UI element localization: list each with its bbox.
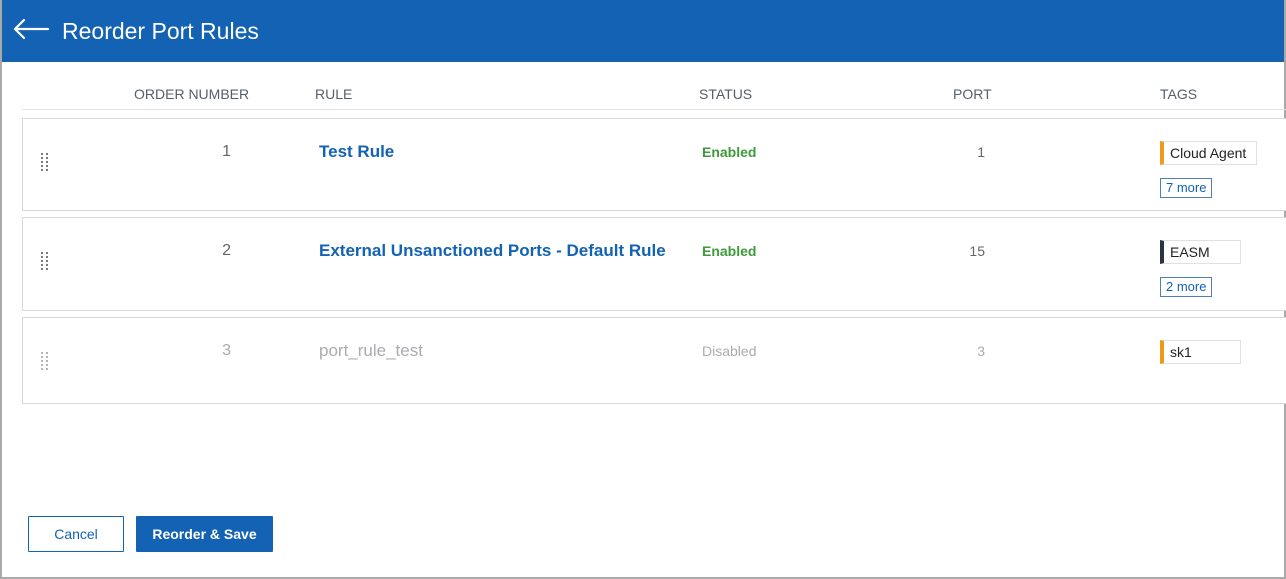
status-label: Enabled (702, 243, 757, 259)
table-row[interactable]: 1 Test Rule Enabled 1 Cloud Agent 7 more (22, 118, 1286, 211)
column-header-tags: TAGS (1160, 86, 1198, 102)
drag-handle-icon[interactable] (41, 352, 51, 374)
port-value: 15 (969, 243, 985, 259)
order-number: 3 (222, 342, 231, 359)
table-row[interactable]: 2 External Unsanctioned Ports - Default … (22, 217, 1286, 311)
drag-handle-icon[interactable] (41, 252, 51, 274)
status-label: Disabled (702, 343, 757, 359)
order-number: 2 (222, 242, 231, 259)
column-header-status: STATUS (699, 86, 753, 102)
more-tags-link[interactable]: 7 more (1160, 178, 1213, 198)
reorder-save-button[interactable]: Reorder & Save (136, 516, 273, 552)
order-number: 1 (222, 143, 231, 160)
column-header-port: PORT (953, 86, 992, 102)
more-tags-link[interactable]: 2 more (1160, 277, 1213, 297)
table-row[interactable]: 3 port_rule_test Disabled 3 sk1 (22, 317, 1286, 404)
cancel-button[interactable]: Cancel (28, 516, 124, 552)
header-divider (22, 109, 1286, 110)
column-header-rule: RULE (315, 86, 353, 102)
tag-badge: EASM (1160, 240, 1241, 264)
arrow-left-icon[interactable] (12, 17, 50, 41)
page-header: Reorder Port Rules (2, 0, 1284, 62)
rule-link[interactable]: Test Rule (319, 142, 394, 162)
drag-handle-icon[interactable] (41, 153, 51, 175)
rule-link[interactable]: External Unsanctioned Ports - Default Ru… (319, 241, 666, 261)
tag-badge: sk1 (1160, 340, 1241, 364)
status-label: Enabled (702, 144, 757, 160)
page-title: Reorder Port Rules (62, 18, 259, 44)
rule-link[interactable]: port_rule_test (319, 341, 423, 361)
column-header-order-number: ORDER NUMBER (134, 86, 250, 102)
port-value: 3 (977, 343, 985, 359)
tag-badge: Cloud Agent (1160, 141, 1257, 165)
port-value: 1 (977, 144, 985, 160)
